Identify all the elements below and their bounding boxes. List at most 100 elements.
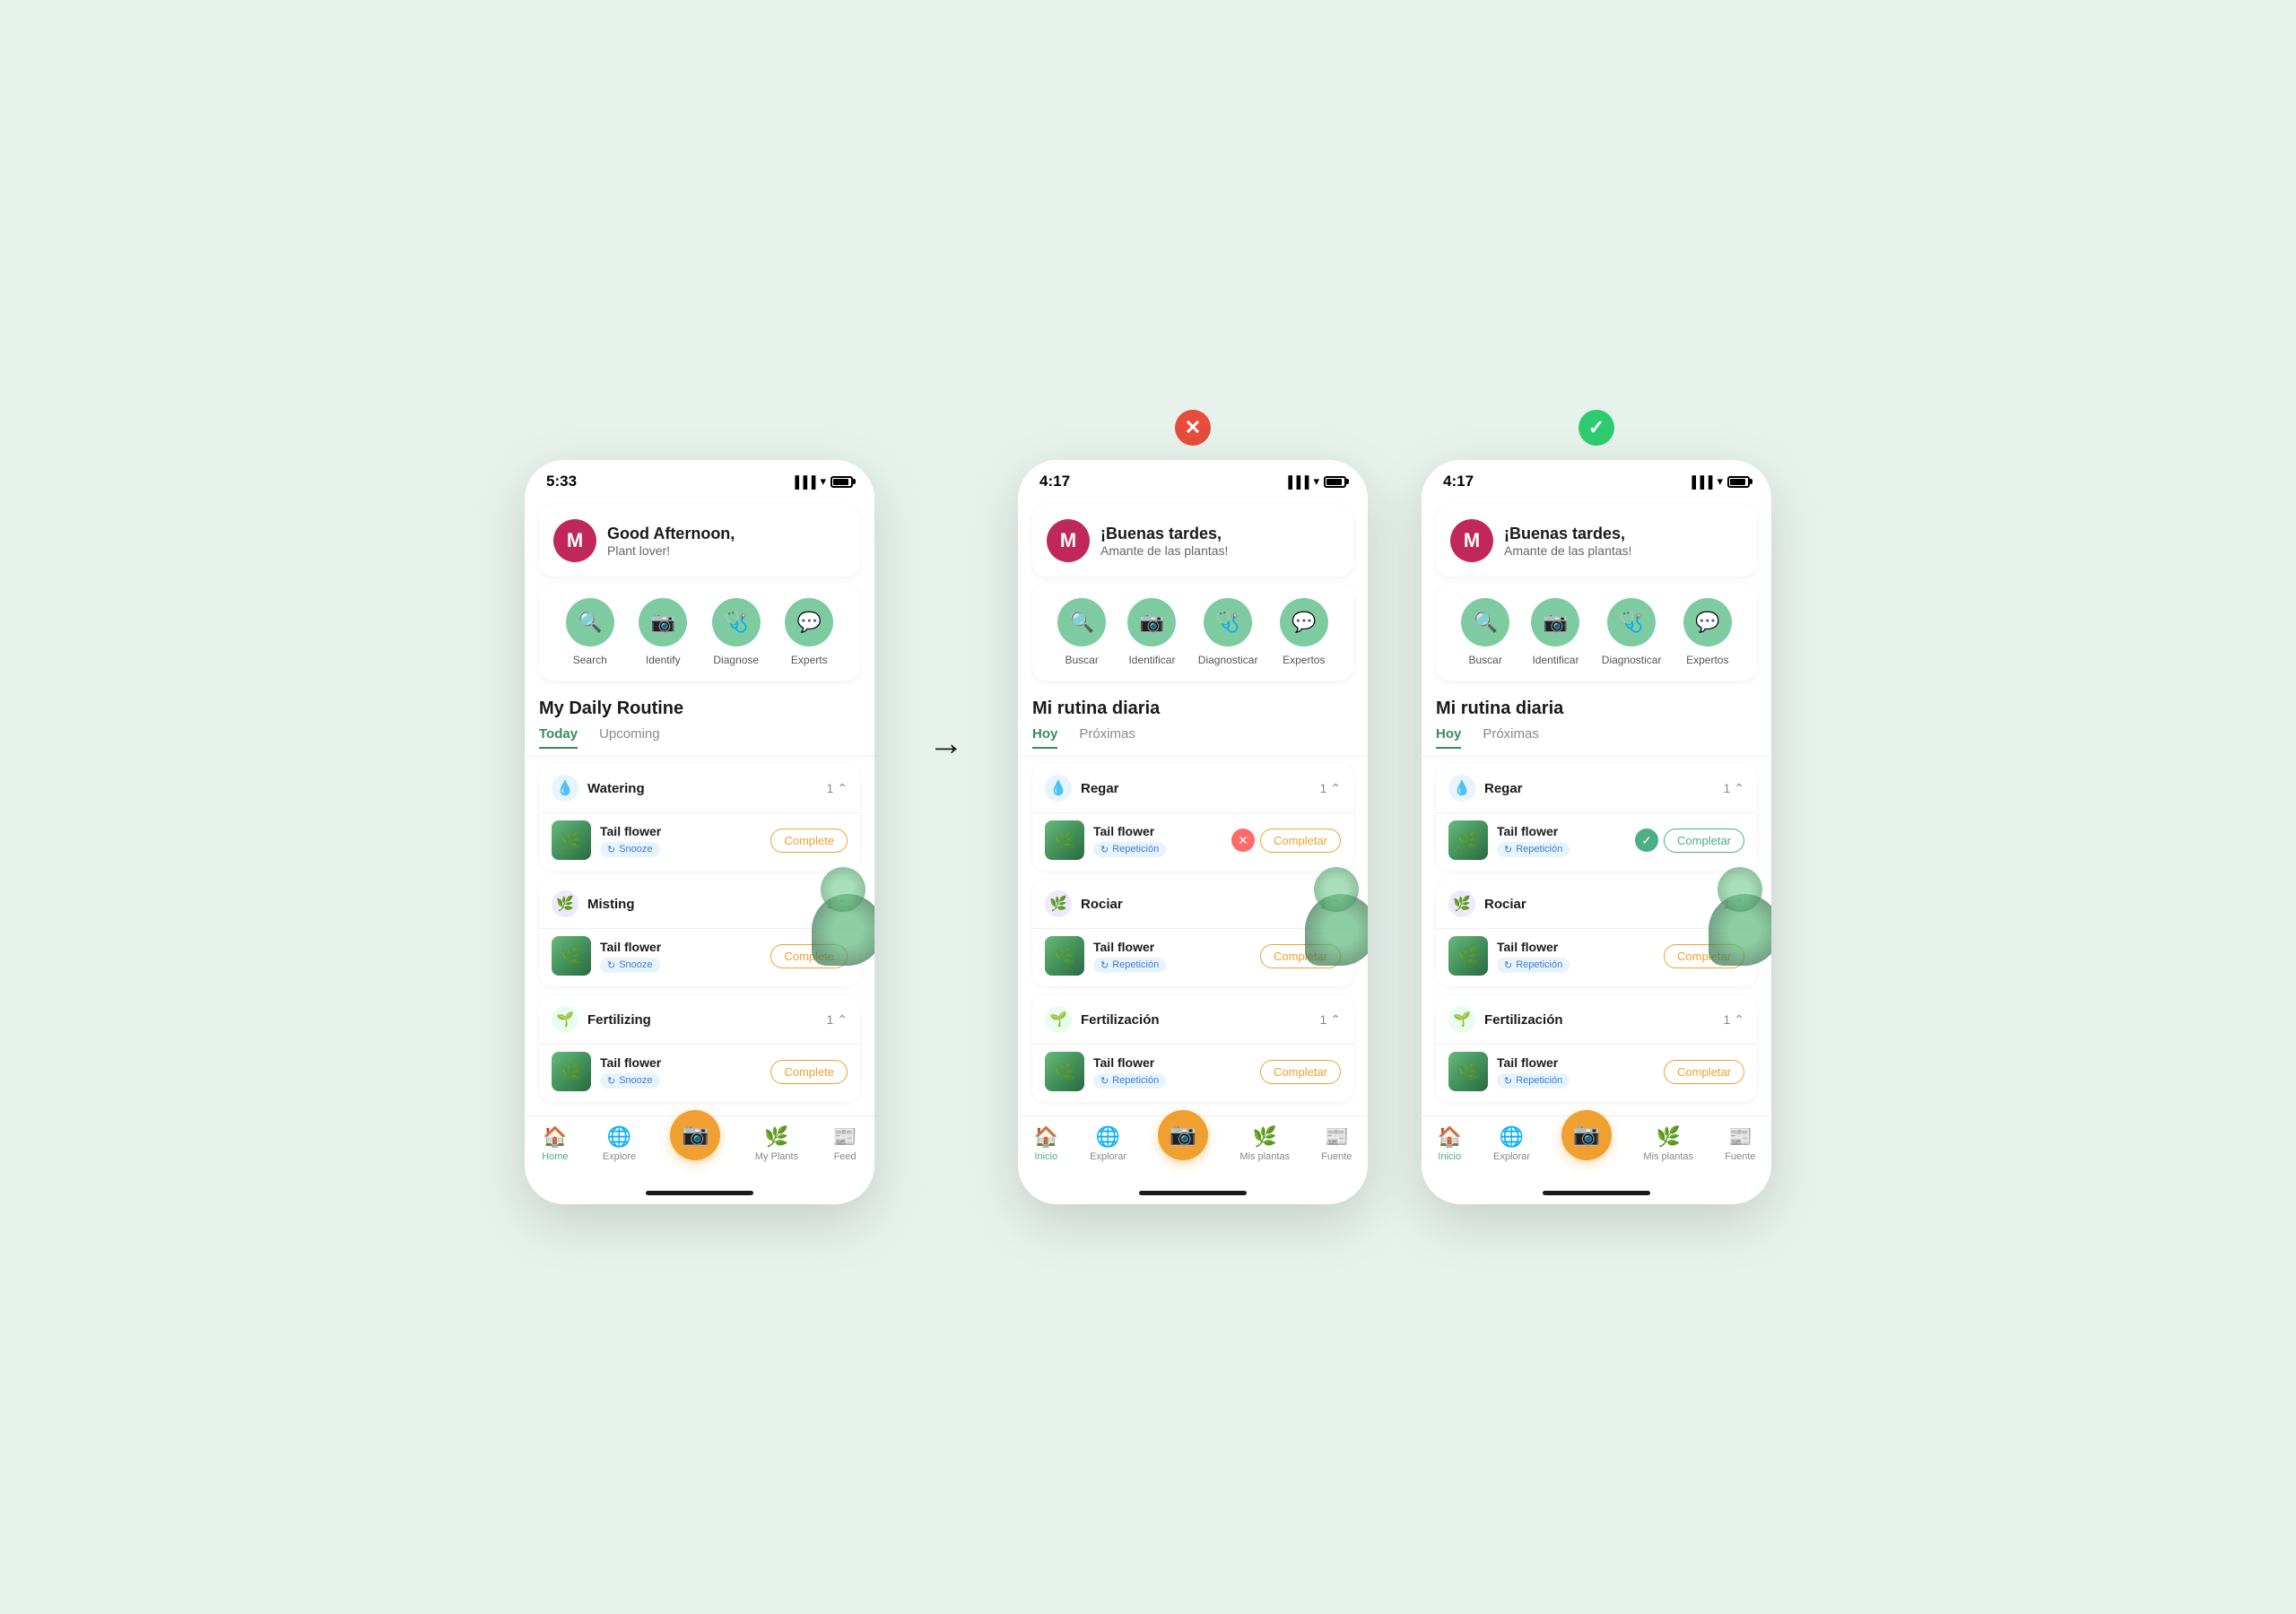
greeting-title: ¡Buenas tardes, [1100, 525, 1228, 543]
signal-icon: ▐▐▐ [791, 475, 816, 489]
chevron-icon: ⌃ [837, 781, 848, 796]
tabs-row: Hoy Próximas [1018, 723, 1368, 757]
snooze-badge[interactable]: ↻ Snooze [600, 1073, 660, 1089]
action-item-0[interactable]: 🔍 Buscar [1461, 598, 1509, 666]
complete-button[interactable]: Completar [1260, 829, 1341, 853]
action-item-1[interactable]: 📷 Identificar [1127, 598, 1176, 666]
camera-fab[interactable]: 📷 [670, 1110, 720, 1160]
routine-category-2: 🌱 Fertilización 1 ⌃ 🌿 Tail flower ↻ Repe… [1032, 995, 1353, 1102]
complete-button[interactable]: Complete [770, 1060, 848, 1084]
complete-button[interactable]: Complete [770, 829, 848, 853]
snooze-badge[interactable]: ↻ Repetición [1093, 1073, 1166, 1089]
snooze-badge[interactable]: ↻ Snooze [600, 958, 660, 973]
badge-text: Repetición [1516, 959, 1562, 970]
tab-0[interactable]: Hoy [1032, 726, 1057, 749]
action-item-1[interactable]: 📷 Identify [639, 598, 687, 666]
snooze-badge[interactable]: ↻ Repetición [1497, 1073, 1570, 1089]
action-label-1: Identify [646, 654, 681, 666]
action-label-0: Buscar [1468, 654, 1501, 666]
nav-item-0[interactable]: 🏠 Home [542, 1125, 568, 1162]
signal-icon: ▐▐▐ [1688, 475, 1713, 489]
complete-action[interactable]: ✕ Completar [1231, 829, 1341, 853]
action-label-3: Expertos [1686, 654, 1728, 666]
complete-button[interactable]: Completar [1664, 1060, 1744, 1084]
snooze-badge[interactable]: ↻ Repetición [1497, 842, 1570, 857]
action-item-2[interactable]: 🩺 Diagnosticar [1602, 598, 1662, 666]
category-name: Fertilizing [587, 1012, 651, 1028]
tab-1[interactable]: Upcoming [599, 726, 660, 749]
snooze-badge[interactable]: ↻ Repetición [1093, 958, 1166, 973]
repeat-icon: ↻ [607, 844, 615, 855]
nav-item-3[interactable]: 🌿 My Plants [755, 1125, 798, 1162]
nav-item-3[interactable]: 🌿 Mis plantas [1239, 1125, 1290, 1162]
nav-label-0: Home [542, 1151, 568, 1162]
bottom-nav: 🏠 Inicio 🌐 Explorar 📷 🌿 Mis plantas 📰 Fu… [1422, 1115, 1771, 1184]
nav-icon-1: 🌐 [1500, 1125, 1524, 1149]
camera-fab[interactable]: 📷 [1158, 1110, 1208, 1160]
action-item-3[interactable]: 💬 Expertos [1683, 598, 1732, 666]
plant-thumb-inner: 🌿 [1448, 936, 1488, 976]
camera-fab[interactable]: 📷 [1561, 1110, 1612, 1160]
action-item-3[interactable]: 💬 Experts [785, 598, 833, 666]
phone-1: 5:33 ▐▐▐ ▾ M Good Afternoon, Plant lover… [525, 460, 874, 1204]
quick-actions: 🔍 Buscar 📷 Identificar 🩺 Diagnosticar 💬 … [1032, 584, 1353, 681]
category-left: 🌿 Rociar [1448, 890, 1526, 917]
tab-0[interactable]: Hoy [1436, 726, 1461, 749]
nav-item-0[interactable]: 🏠 Inicio [1438, 1125, 1462, 1162]
nav-item-4[interactable]: 📰 Fuente [1725, 1125, 1755, 1162]
avatar: M [553, 519, 596, 562]
snooze-badge[interactable]: ↻ Repetición [1497, 958, 1570, 973]
plant-info: Tail flower ↻ Repetición [1497, 940, 1655, 973]
snooze-badge[interactable]: ↻ Snooze [600, 842, 660, 857]
greeting-card: M ¡Buenas tardes, Amante de las plantas! [1436, 505, 1757, 577]
arrow-container: → [928, 410, 964, 764]
badge-indicator-2: ✕ [1175, 410, 1211, 446]
nav-item-4[interactable]: 📰 Fuente [1321, 1125, 1352, 1162]
status-bar: 5:33 ▐▐▐ ▾ [525, 460, 874, 498]
plant-row: 🌿 Tail flower ↻ Repetición Completar [1032, 1044, 1353, 1102]
nav-item-1[interactable]: 🌐 Explorar [1493, 1125, 1530, 1162]
nav-item-0[interactable]: 🏠 Inicio [1034, 1125, 1058, 1162]
badge-indicator-3: ✓ [1578, 410, 1614, 446]
status-time: 4:17 [1039, 473, 1070, 490]
category-name: Regar [1081, 781, 1119, 796]
action-item-0[interactable]: 🔍 Search [566, 598, 614, 666]
complete-button[interactable]: Completar [1664, 829, 1744, 853]
plant-name: Tail flower [1497, 824, 1626, 838]
action-label-1: Identificar [1128, 654, 1175, 666]
nav-item-3[interactable]: 🌿 Mis plantas [1643, 1125, 1693, 1162]
plant-info: Tail flower ↻ Snooze [600, 1055, 761, 1089]
plant-thumbnail: 🌿 [552, 1052, 591, 1091]
nav-item-1[interactable]: 🌐 Explore [603, 1125, 636, 1162]
nav-icon-4: 📰 [832, 1125, 857, 1149]
repeat-icon: ↻ [1504, 844, 1512, 855]
greeting-subtitle: Amante de las plantas! [1100, 543, 1228, 558]
snooze-badge[interactable]: ↻ Repetición [1093, 842, 1166, 857]
tabs-row: Hoy Próximas [1422, 723, 1771, 757]
tab-1[interactable]: Próximas [1079, 726, 1135, 749]
plant-row: 🌿 Tail flower ↻ Snooze Complete [539, 1044, 860, 1102]
action-item-2[interactable]: 🩺 Diagnosticar [1198, 598, 1258, 666]
tab-1[interactable]: Próximas [1483, 726, 1539, 749]
action-item-1[interactable]: 📷 Identificar [1531, 598, 1579, 666]
category-name: Regar [1484, 781, 1523, 796]
status-bar: 4:17 ▐▐▐ ▾ [1018, 460, 1368, 498]
category-icon: 🌱 [1448, 1006, 1475, 1033]
home-indicator [1139, 1191, 1247, 1195]
action-item-3[interactable]: 💬 Expertos [1280, 598, 1328, 666]
nav-icon-4: 📰 [1728, 1125, 1752, 1149]
wifi-icon: ▾ [1717, 474, 1723, 489]
action-label-3: Expertos [1283, 654, 1325, 666]
nav-icon-0: 🏠 [543, 1125, 567, 1149]
tab-0[interactable]: Today [539, 726, 578, 749]
action-item-0[interactable]: 🔍 Buscar [1057, 598, 1106, 666]
nav-icon-4: 📰 [1325, 1125, 1349, 1149]
action-item-2[interactable]: 🩺 Diagnose [712, 598, 761, 666]
battery-icon [1324, 476, 1346, 488]
plant-row: 🌿 Tail flower ↻ Repetición ✓ Completar [1436, 812, 1757, 871]
nav-item-1[interactable]: 🌐 Explorar [1090, 1125, 1126, 1162]
complete-action[interactable]: ✓ Completar [1635, 829, 1744, 853]
complete-button[interactable]: Completar [1260, 1060, 1341, 1084]
nav-item-4[interactable]: 📰 Feed [832, 1125, 857, 1162]
category-left: 🌱 Fertilización [1045, 1006, 1160, 1033]
